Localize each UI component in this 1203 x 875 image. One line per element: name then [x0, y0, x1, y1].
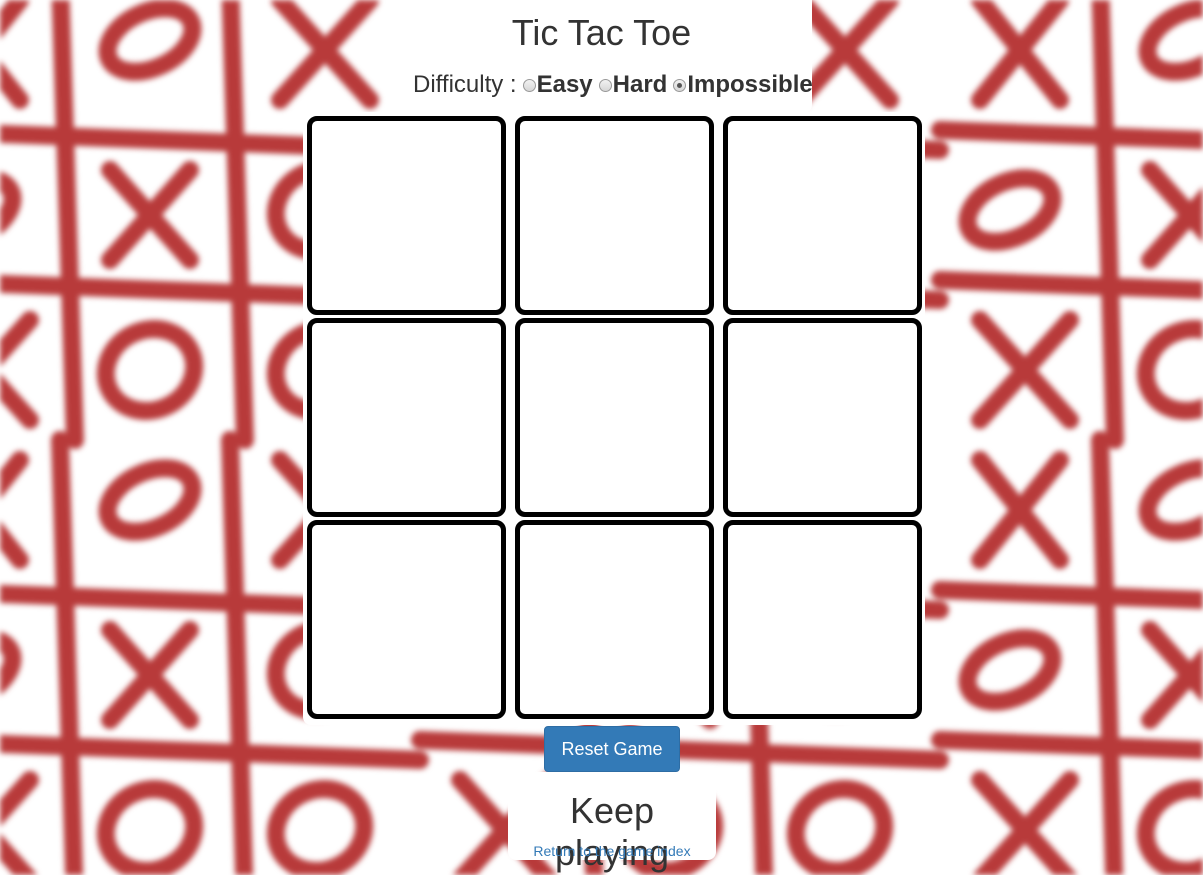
board-cell-4[interactable] [307, 318, 506, 517]
difficulty-easy-option[interactable]: Easy [517, 71, 593, 99]
game-board [303, 112, 925, 725]
difficulty-selector: Difficulty : Easy Hard Impossible [413, 70, 813, 100]
game-status: Keep playing [554, 790, 670, 873]
reset-game-button[interactable]: Reset Game [544, 726, 680, 772]
board-cell-7[interactable] [307, 520, 506, 719]
board-cell-8[interactable] [515, 520, 714, 719]
difficulty-easy-label: Easy [536, 71, 593, 98]
difficulty-label: Difficulty : [413, 71, 517, 98]
board-cell-6[interactable] [723, 318, 922, 517]
difficulty-impossible-label: Impossible [687, 71, 813, 98]
difficulty-impossible-option[interactable]: Impossible [667, 71, 813, 99]
difficulty-hard-label: Hard [612, 71, 668, 98]
difficulty-hard-radio[interactable] [598, 78, 612, 92]
board-cell-3[interactable] [723, 116, 922, 315]
board-cell-2[interactable] [515, 116, 714, 315]
board-cell-9[interactable] [723, 520, 922, 719]
game-index-link[interactable]: Return to the game index [508, 843, 716, 859]
page-title: Tic Tac Toe [511, 12, 692, 53]
difficulty-easy-radio[interactable] [522, 78, 536, 92]
difficulty-impossible-radio[interactable] [673, 78, 687, 92]
board-cell-5[interactable] [515, 318, 714, 517]
board-cell-1[interactable] [307, 116, 506, 315]
difficulty-hard-option[interactable]: Hard [593, 71, 668, 99]
